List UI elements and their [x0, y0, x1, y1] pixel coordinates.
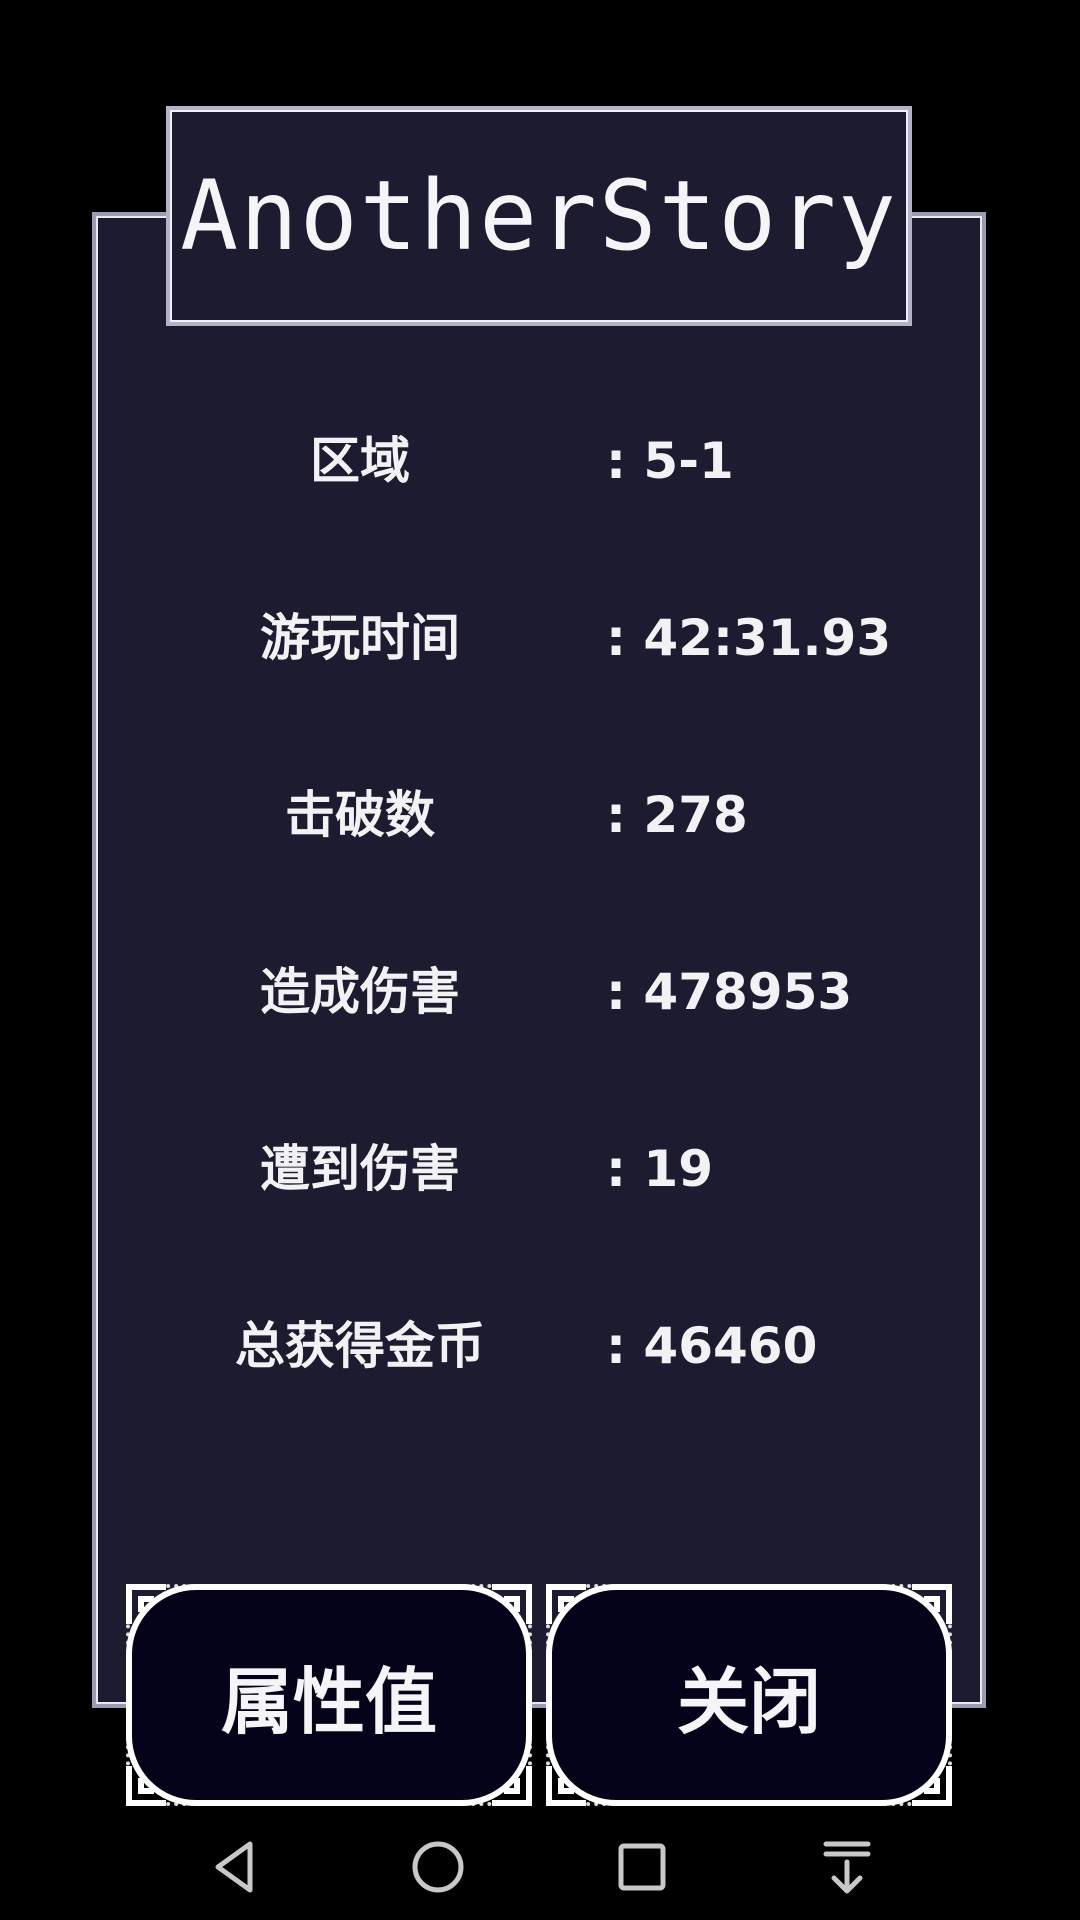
title-banner: AnotherStory [166, 106, 912, 326]
stat-value-playtime: : 42:31.93 [606, 609, 892, 667]
stat-row-area: 区域 : 5-1 [0, 421, 1080, 501]
stat-value-gold: : 46460 [606, 1317, 818, 1375]
attributes-button-label: 属性值 [220, 1659, 437, 1744]
stat-value-area: : 5-1 [606, 432, 734, 490]
recents-icon[interactable] [607, 1832, 677, 1902]
stat-value-kills: : 278 [606, 786, 748, 844]
attributes-button[interactable]: 属性值 [126, 1584, 532, 1806]
stat-value-damage-dealt: : 478953 [606, 963, 853, 1021]
stat-label-kills: 击破数 [285, 786, 435, 844]
home-icon[interactable] [403, 1832, 473, 1902]
stat-row-damage-dealt: 造成伤害 : 478953 [0, 952, 1080, 1032]
stat-label-damage-dealt: 造成伤害 [260, 963, 460, 1021]
navigation-bar [0, 1812, 1080, 1920]
stat-label-playtime: 游玩时间 [260, 609, 460, 667]
stat-row-damage-taken: 遭到伤害 : 19 [0, 1129, 1080, 1209]
close-button[interactable]: 关闭 [546, 1584, 952, 1806]
stat-row-playtime: 游玩时间 : 42:31.93 [0, 598, 1080, 678]
close-button-label: 关闭 [676, 1659, 821, 1744]
stat-row-gold: 总获得金币 : 46460 [0, 1306, 1080, 1386]
stat-row-kills: 击破数 : 278 [0, 775, 1080, 855]
notification-pulldown-icon[interactable] [812, 1832, 882, 1902]
stat-value-damage-taken: : 19 [606, 1140, 713, 1198]
back-icon[interactable] [200, 1832, 270, 1902]
stat-label-area: 区域 [310, 432, 410, 490]
stat-label-gold: 总获得金币 [235, 1317, 485, 1375]
stat-label-damage-taken: 遭到伤害 [260, 1140, 460, 1198]
game-title: AnotherStory [180, 160, 898, 272]
